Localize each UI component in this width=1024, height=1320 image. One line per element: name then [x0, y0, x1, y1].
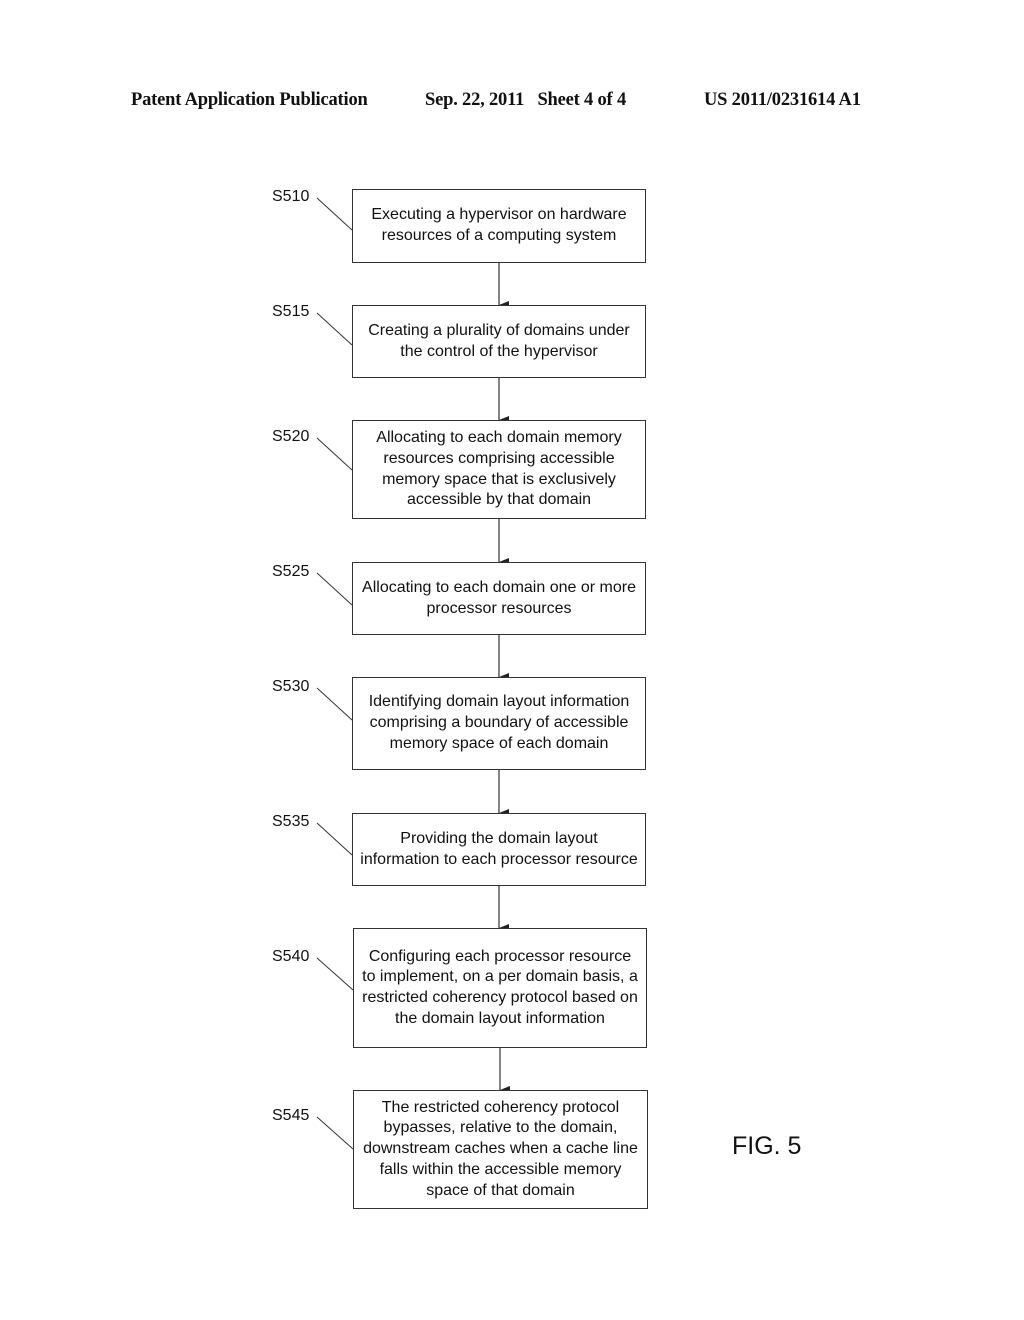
step-box-s535: Providing the domain layout information … — [352, 813, 646, 886]
step-box-s515: Creating a plurality of domains under th… — [352, 305, 646, 378]
label-leader-line — [316, 1116, 354, 1150]
step-box-s540: Configuring each processor resource to i… — [353, 928, 647, 1048]
label-leader-line — [316, 437, 353, 471]
label-leader-line — [316, 822, 353, 856]
step-label-s525: S525 — [272, 563, 310, 580]
step-label-s520: S520 — [272, 428, 310, 445]
step-label-s515: S515 — [272, 303, 310, 320]
step-label-s545: S545 — [272, 1107, 310, 1124]
label-leader-line — [316, 687, 353, 721]
label-leader-line — [316, 197, 353, 231]
step-label-s535: S535 — [272, 813, 310, 830]
step-label-s530: S530 — [272, 678, 310, 695]
label-leader-line — [316, 572, 353, 606]
label-leader-line — [316, 957, 354, 991]
step-box-s510: Executing a hypervisor on hardware resou… — [352, 189, 646, 263]
step-box-s525: Allocating to each domain one or more pr… — [352, 562, 646, 635]
step-box-s545: The restricted coherency protocol bypass… — [353, 1090, 648, 1209]
step-box-s520: Allocating to each domain memory resourc… — [352, 420, 646, 519]
figure-label: FIG. 5 — [732, 1132, 802, 1160]
step-label-s510: S510 — [272, 188, 310, 205]
label-leader-line — [316, 312, 353, 346]
step-box-s530: Identifying domain layout information co… — [352, 677, 646, 770]
step-label-s540: S540 — [272, 948, 310, 965]
